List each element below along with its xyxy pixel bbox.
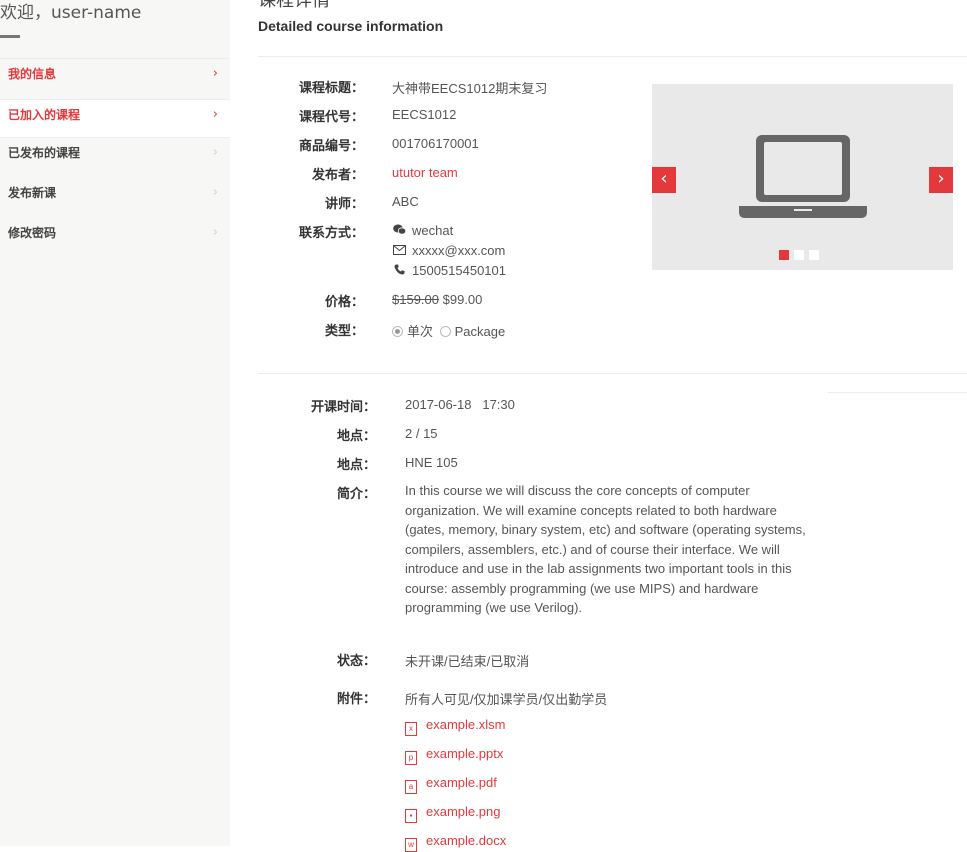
chevron-right-icon: › bbox=[212, 107, 218, 122]
welcome-underline bbox=[0, 35, 20, 38]
course-title-value: 大神带EECS1012期末复习 bbox=[392, 81, 548, 96]
attachment-name: example.xlsm bbox=[426, 717, 506, 732]
seats-label: 地点： bbox=[336, 429, 376, 444]
sidebar-item-joined-courses[interactable]: 已加入的课程 › bbox=[0, 99, 230, 138]
laptop-icon bbox=[739, 135, 867, 218]
phone-icon bbox=[392, 264, 406, 278]
contact-wechat: wechat bbox=[392, 223, 453, 238]
sidebar-item-label: 已加入的课程 bbox=[8, 108, 81, 122]
product-number-label: 商品编号： bbox=[298, 139, 364, 154]
teacher-value: ABC bbox=[392, 194, 419, 209]
course-code-value: EECS1012 bbox=[392, 107, 457, 122]
product-number-value: 001706170001 bbox=[392, 136, 479, 151]
price-label: 价格： bbox=[324, 295, 364, 310]
attachment-link[interactable]: w example.docx bbox=[405, 833, 506, 852]
divider bbox=[258, 56, 967, 57]
sidebar-menu: 我的信息 › 已加入的课程 › 已发布的课程 › 发布新课 › 修改密码 › bbox=[0, 58, 230, 258]
attachment-link[interactable]: a example.pdf bbox=[405, 775, 497, 794]
sidebar-item-label: 已发布的课程 bbox=[8, 146, 81, 160]
pdf-file-icon: a bbox=[405, 780, 417, 794]
attachment-link[interactable]: p example.pptx bbox=[405, 746, 503, 765]
attachment-name: example.pdf bbox=[426, 775, 497, 790]
teacher-label: 讲师： bbox=[324, 197, 364, 212]
excel-file-icon: x bbox=[405, 722, 417, 736]
phone-value: 1500515450101 bbox=[412, 263, 506, 278]
attachment-name: example.png bbox=[426, 804, 501, 819]
page-subtitle: Detailed course information bbox=[258, 18, 444, 34]
envelope-icon bbox=[392, 245, 406, 258]
publisher-link[interactable]: ututor team bbox=[392, 165, 458, 180]
sidebar-item-publish-new-course[interactable]: 发布新课 › bbox=[0, 178, 230, 218]
attachment-link[interactable]: x example.xlsm bbox=[405, 717, 505, 736]
start-time-label: 开课时间： bbox=[310, 400, 376, 415]
contact-label: 联系方式： bbox=[298, 226, 364, 241]
page-title: 课程详情 bbox=[258, 0, 330, 11]
type-radio-group: 单次 Package bbox=[392, 321, 505, 340]
price-value: $159.00 $99.00 bbox=[392, 292, 482, 307]
status-label: 状态： bbox=[336, 654, 376, 669]
chevron-right-icon: › bbox=[212, 66, 218, 81]
chevron-right-icon: › bbox=[212, 185, 218, 200]
current-price: $99.00 bbox=[442, 292, 483, 307]
carousel-dot[interactable] bbox=[779, 250, 789, 260]
start-time-value: 2017-06-18 17:30 bbox=[405, 397, 515, 412]
course-code-label: 课程代号： bbox=[298, 110, 364, 125]
carousel-next-button[interactable]: › bbox=[929, 167, 953, 193]
sidebar-item-label: 修改密码 bbox=[8, 226, 57, 240]
attachment-link[interactable]: ▪ example.png bbox=[405, 804, 500, 823]
intro-text: In this course we will discuss the core … bbox=[405, 483, 806, 615]
radio-single-label: 单次 bbox=[407, 324, 434, 339]
status-value: 未开课/已结束/已取消 bbox=[405, 654, 530, 669]
course-title-label: 课程标题： bbox=[298, 81, 364, 96]
location-value: HNE 105 bbox=[405, 455, 458, 470]
chevron-right-icon: › bbox=[212, 225, 218, 240]
wechat-value: wechat bbox=[412, 223, 454, 238]
sidebar: 欢迎，user-name 我的信息 › 已加入的课程 › 已发布的课程 › 发布… bbox=[0, 0, 230, 846]
radio-single[interactable] bbox=[392, 326, 403, 337]
welcome-text: 欢迎，user-name bbox=[0, 3, 142, 23]
carousel-indicators bbox=[779, 245, 824, 264]
sidebar-item-label: 我的信息 bbox=[8, 67, 57, 81]
original-price: $159.00 bbox=[392, 292, 439, 307]
sidebar-item-my-info[interactable]: 我的信息 › bbox=[0, 59, 230, 99]
intro-label: 简介： bbox=[336, 487, 376, 502]
attachment-name: example.pptx bbox=[426, 746, 504, 761]
image-carousel: ‹ › bbox=[652, 84, 953, 270]
type-label: 类型： bbox=[324, 324, 364, 339]
powerpoint-file-icon: p bbox=[405, 751, 417, 765]
carousel-dot[interactable] bbox=[809, 250, 819, 260]
radio-package[interactable] bbox=[439, 326, 451, 337]
carousel-dot[interactable] bbox=[794, 250, 804, 260]
contact-phone: 1500515450101 bbox=[392, 263, 506, 278]
contact-email: xxxxx@xxx.com bbox=[392, 243, 505, 258]
publisher-label: 发布者： bbox=[311, 168, 364, 183]
image-file-icon: ▪ bbox=[405, 809, 417, 823]
chevron-right-icon: › bbox=[212, 145, 218, 160]
attachments-label: 附件： bbox=[336, 692, 376, 707]
attachments-visibility: 所有人可见/仅加课学员/仅出勤学员 bbox=[405, 692, 608, 707]
location-label: 地点： bbox=[336, 458, 376, 473]
sidebar-item-change-password[interactable]: 修改密码 › bbox=[0, 218, 230, 258]
divider bbox=[828, 392, 967, 393]
email-value: xxxxx@xxx.com bbox=[412, 243, 506, 258]
carousel-prev-button[interactable]: ‹ bbox=[652, 167, 676, 193]
seats-value: 2 / 15 bbox=[405, 426, 438, 441]
word-file-icon: w bbox=[405, 838, 417, 852]
wechat-icon bbox=[392, 224, 406, 238]
radio-package-label: Package bbox=[454, 324, 506, 339]
divider bbox=[258, 373, 967, 374]
sidebar-item-label: 发布新课 bbox=[8, 186, 57, 200]
sidebar-item-published-courses[interactable]: 已发布的课程 › bbox=[0, 138, 230, 178]
